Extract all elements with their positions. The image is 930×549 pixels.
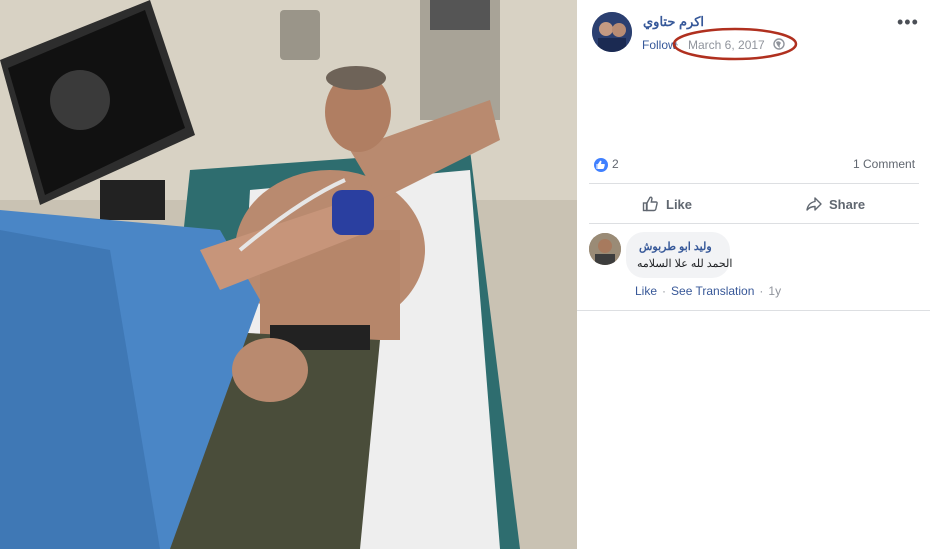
like-reaction-icon xyxy=(594,158,608,172)
more-options-button[interactable]: ••• xyxy=(897,12,919,33)
comment-count-link[interactable]: 1 Comment xyxy=(853,157,915,171)
comment-like-link[interactable]: Like xyxy=(635,284,657,298)
share-button[interactable]: Share xyxy=(805,192,865,216)
comment-text: الحمد لله علا السلامه xyxy=(637,258,733,270)
comment-actions: Like · See Translation · 1y xyxy=(635,284,781,298)
see-translation-link[interactable]: See Translation xyxy=(671,284,754,298)
divider xyxy=(577,310,930,311)
like-button-label: Like xyxy=(666,196,693,212)
comment-action-separator: · xyxy=(662,284,667,298)
commenter-name[interactable]: وليد ابو طربوش xyxy=(639,240,712,253)
divider xyxy=(589,183,919,184)
comment-bubble xyxy=(626,232,730,278)
share-arrow-icon xyxy=(806,197,822,211)
like-button[interactable]: Like xyxy=(642,192,692,216)
highlight-circle-annotation xyxy=(672,27,798,61)
share-button-label: Share xyxy=(829,196,866,212)
comment-timestamp[interactable]: 1y xyxy=(768,284,781,298)
commenter-avatar[interactable] xyxy=(589,233,621,265)
post-panel: اكرم حتاوي Follow · March 6, 2017 ••• 2 … xyxy=(577,0,930,549)
divider xyxy=(589,223,919,224)
comment-action-separator: · xyxy=(759,284,764,298)
reaction-count[interactable]: 2 xyxy=(612,157,619,171)
hospital-scene-image xyxy=(0,0,577,549)
thumbs-up-icon xyxy=(642,196,658,212)
post-photo[interactable] xyxy=(0,0,577,549)
author-avatar[interactable] xyxy=(592,12,632,52)
